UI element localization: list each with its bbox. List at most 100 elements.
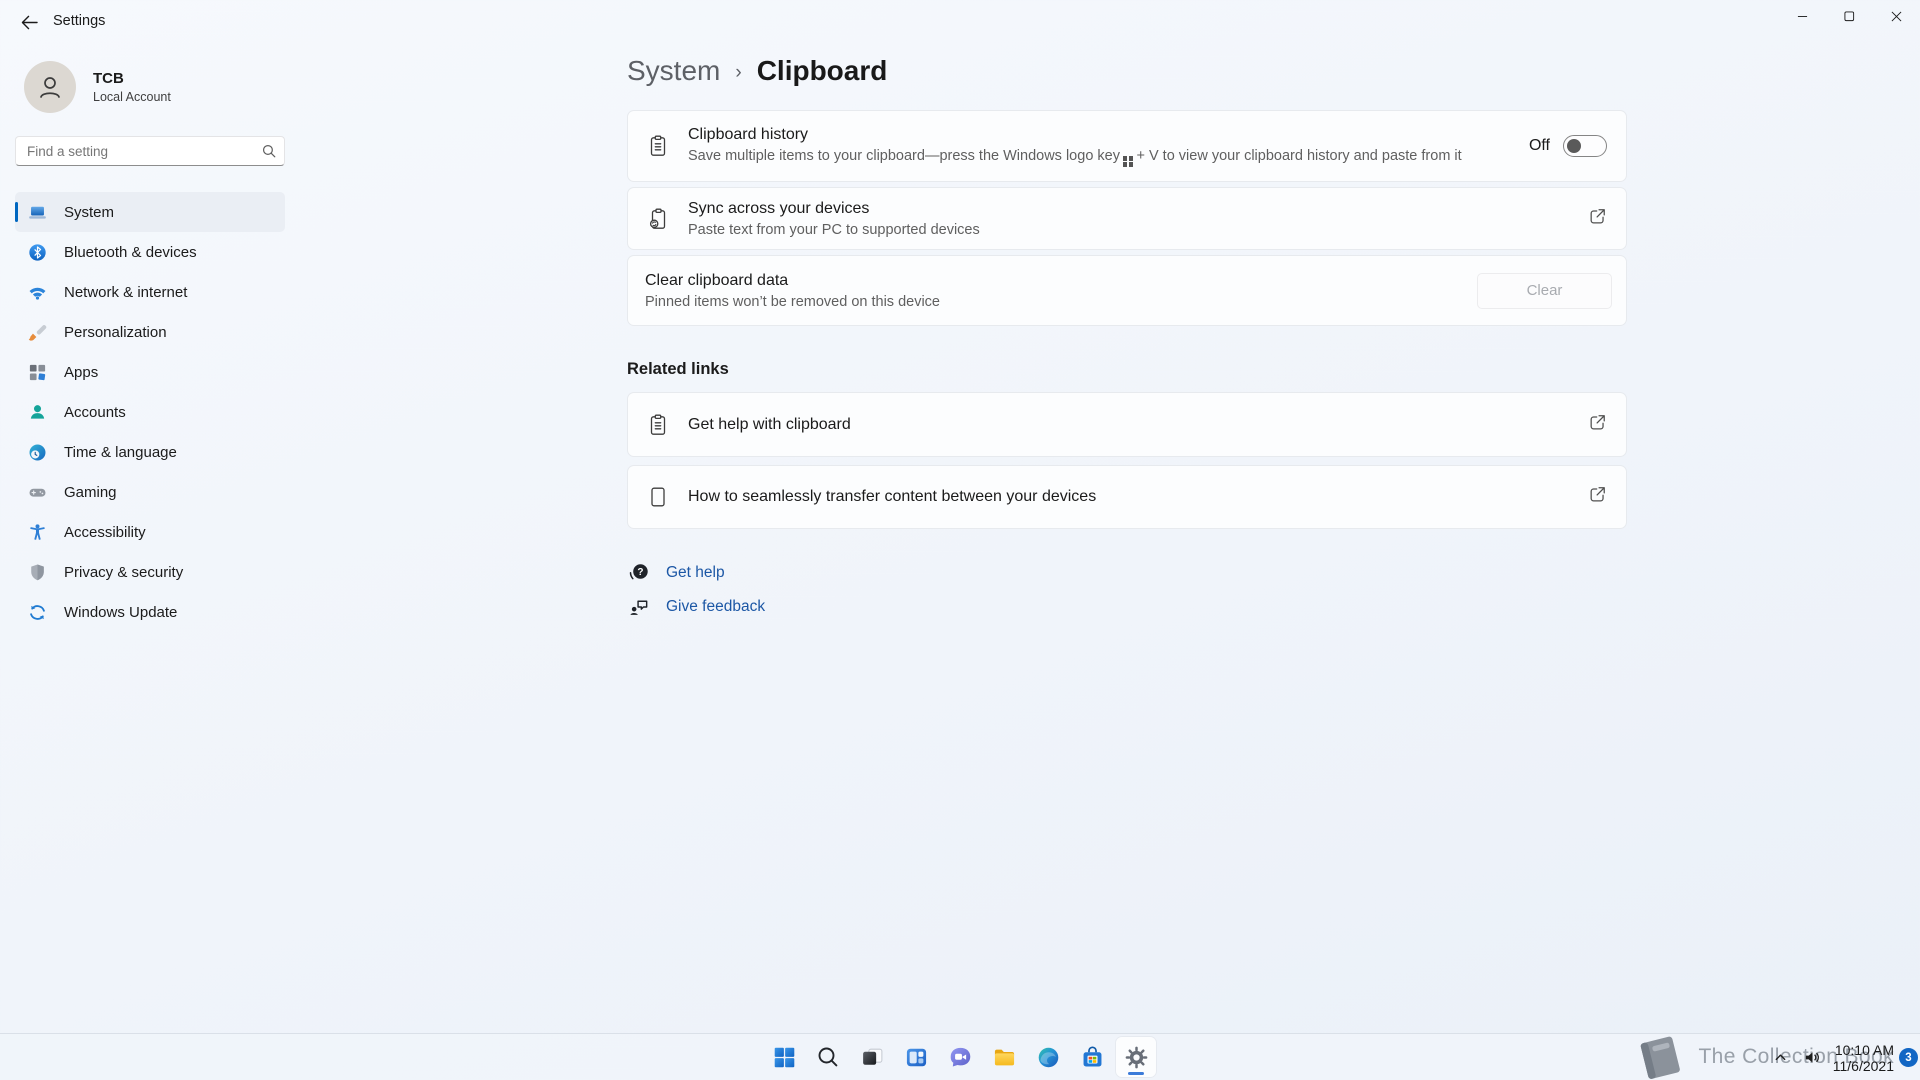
tray-overflow-button[interactable] (1766, 1038, 1796, 1078)
search-input[interactable] (15, 136, 285, 166)
sidebar-item-time-language[interactable]: Time & language (15, 432, 285, 472)
sidebar-item-label: Accounts (64, 403, 126, 421)
description-suffix: + V to view your clipboard history and p… (1136, 147, 1462, 164)
card-description: Pinned items won’t be removed on this de… (645, 293, 940, 310)
close-button[interactable] (1873, 0, 1920, 33)
breadcrumb: System › Clipboard (627, 55, 1627, 87)
clipboard-icon (628, 134, 688, 158)
widgets-button[interactable] (896, 1037, 936, 1077)
sidebar-item-gaming[interactable]: Gaming (15, 472, 285, 512)
settings-cards: Clipboard history Save multiple items to… (627, 110, 1627, 326)
card-text: Sync across your devices Paste text from… (688, 200, 1588, 238)
breadcrumb-parent[interactable]: System (627, 55, 720, 87)
sidebar-item-bluetooth-devices[interactable]: Bluetooth & devices (15, 232, 285, 272)
maximize-button[interactable] (1826, 0, 1873, 33)
active-app-indicator (1128, 1072, 1144, 1075)
update-arrows-icon (27, 603, 47, 622)
sidebar-item-label: Accessibility (64, 523, 146, 541)
shield-icon (27, 563, 47, 582)
sidebar-item-label: Apps (64, 363, 99, 381)
volume-button[interactable] (1796, 1038, 1830, 1078)
user-info: TCB Local Account (93, 70, 171, 104)
sidebar-item-accessibility[interactable]: Accessibility (15, 512, 285, 552)
chat-icon (950, 1047, 970, 1066)
sidebar-item-network-internet[interactable]: Network & internet (15, 272, 285, 312)
card-text: Clipboard history Save multiple items to… (688, 126, 1529, 167)
card-description: Save multiple items to your clipboard—pr… (688, 148, 1529, 167)
give-feedback-link[interactable]: Give feedback (627, 596, 765, 617)
microsoft-store-icon (1083, 1045, 1101, 1066)
system-tray: 10:10 AM 11/6/2021 3 (1766, 1034, 1920, 1080)
person-icon (40, 77, 60, 98)
transfer-content-link[interactable]: How to seamlessly transfer content betwe… (627, 465, 1627, 529)
clock-globe-icon (27, 443, 47, 462)
clock[interactable]: 10:10 AM 11/6/2021 (1833, 1042, 1894, 1074)
volume-icon (1806, 1052, 1820, 1063)
get-help-with-clipboard-link[interactable]: Get help with clipboard (627, 392, 1627, 457)
sidebar-item-label: Bluetooth & devices (64, 243, 197, 261)
sidebar-item-label: Network & internet (64, 283, 188, 301)
accounts-icon (27, 403, 47, 422)
back-arrow-icon (21, 15, 38, 29)
titlebar: Settings (0, 0, 1920, 42)
start-button[interactable] (764, 1037, 804, 1077)
widgets-icon (906, 1048, 926, 1066)
description-prefix: Save multiple items to your clipboard—pr… (688, 147, 1120, 164)
toggle-group: Off (1529, 135, 1607, 157)
sidebar-item-accounts[interactable]: Accounts (15, 392, 285, 432)
sidebar-item-label: System (64, 203, 115, 221)
breadcrumb-separator-icon: › (735, 61, 742, 83)
get-help-link[interactable]: ? Get help (627, 562, 725, 583)
user-account[interactable]: TCB Local Account (24, 61, 300, 113)
search-icon (262, 144, 276, 163)
card-text: How to seamlessly transfer content betwe… (688, 488, 1588, 506)
toggle-state-label: Off (1528, 137, 1550, 154)
help-links: ? Get help Give feedback (627, 562, 1627, 617)
sidebar-item-label: Windows Update (64, 603, 178, 621)
feedback-icon (627, 596, 651, 617)
apps-icon (27, 363, 47, 382)
search-icon (818, 1047, 838, 1067)
sidebar-item-apps[interactable]: Apps (15, 352, 285, 392)
settings-button[interactable] (1116, 1037, 1156, 1077)
svg-text:?: ? (637, 567, 643, 578)
sidebar-item-windows-update[interactable]: Windows Update (15, 592, 285, 632)
tray-time: 10:10 AM (1834, 1041, 1894, 1058)
sidebar-item-label: Gaming (64, 483, 117, 501)
sidebar-item-privacy-security[interactable]: Privacy & security (15, 552, 285, 592)
avatar (24, 61, 76, 113)
microsoft-store-button[interactable] (1072, 1037, 1112, 1077)
card-title: Get help with clipboard (688, 415, 851, 433)
back-button[interactable] (13, 8, 45, 36)
notification-badge[interactable]: 3 (1899, 1048, 1918, 1067)
document-icon (628, 485, 688, 509)
file-explorer-button[interactable] (984, 1037, 1024, 1077)
search-box (15, 136, 285, 166)
sync-across-devices-card[interactable]: Sync across your devices Paste text from… (627, 187, 1627, 250)
sidebar-item-system[interactable]: System (15, 192, 285, 232)
sidebar-item-personalization[interactable]: Personalization (15, 312, 285, 352)
wifi-icon (27, 283, 47, 302)
card-description: Paste text from your PC to supported dev… (688, 221, 980, 238)
edge-button[interactable] (1028, 1037, 1068, 1077)
card-title: How to seamlessly transfer content betwe… (688, 488, 1097, 505)
start-icon (774, 1047, 794, 1067)
clipboard-history-card: Clipboard history Save multiple items to… (627, 110, 1627, 182)
book-icon (1641, 1036, 1681, 1079)
user-account-type: Local Account (93, 90, 171, 104)
paintbrush-icon (27, 323, 47, 342)
user-name: TCB (93, 70, 124, 87)
clear-button[interactable]: Clear (1477, 272, 1612, 309)
related-links: Get help with clipboard How to seamlessl… (627, 392, 1627, 529)
external-link-icon (1588, 485, 1607, 509)
chat-button[interactable] (940, 1037, 980, 1077)
help-question-icon: ? (627, 562, 651, 583)
clipboard-history-toggle[interactable] (1563, 135, 1607, 157)
clear-clipboard-card: Clear clipboard data Pinned items won’t … (627, 255, 1627, 326)
taskbar-icons (764, 1037, 1156, 1077)
window-controls (1779, 0, 1920, 33)
taskbar-search-button[interactable] (808, 1037, 848, 1077)
task-view-button[interactable] (852, 1037, 892, 1077)
minimize-button[interactable] (1779, 0, 1826, 33)
card-title: Clipboard history (688, 125, 809, 143)
